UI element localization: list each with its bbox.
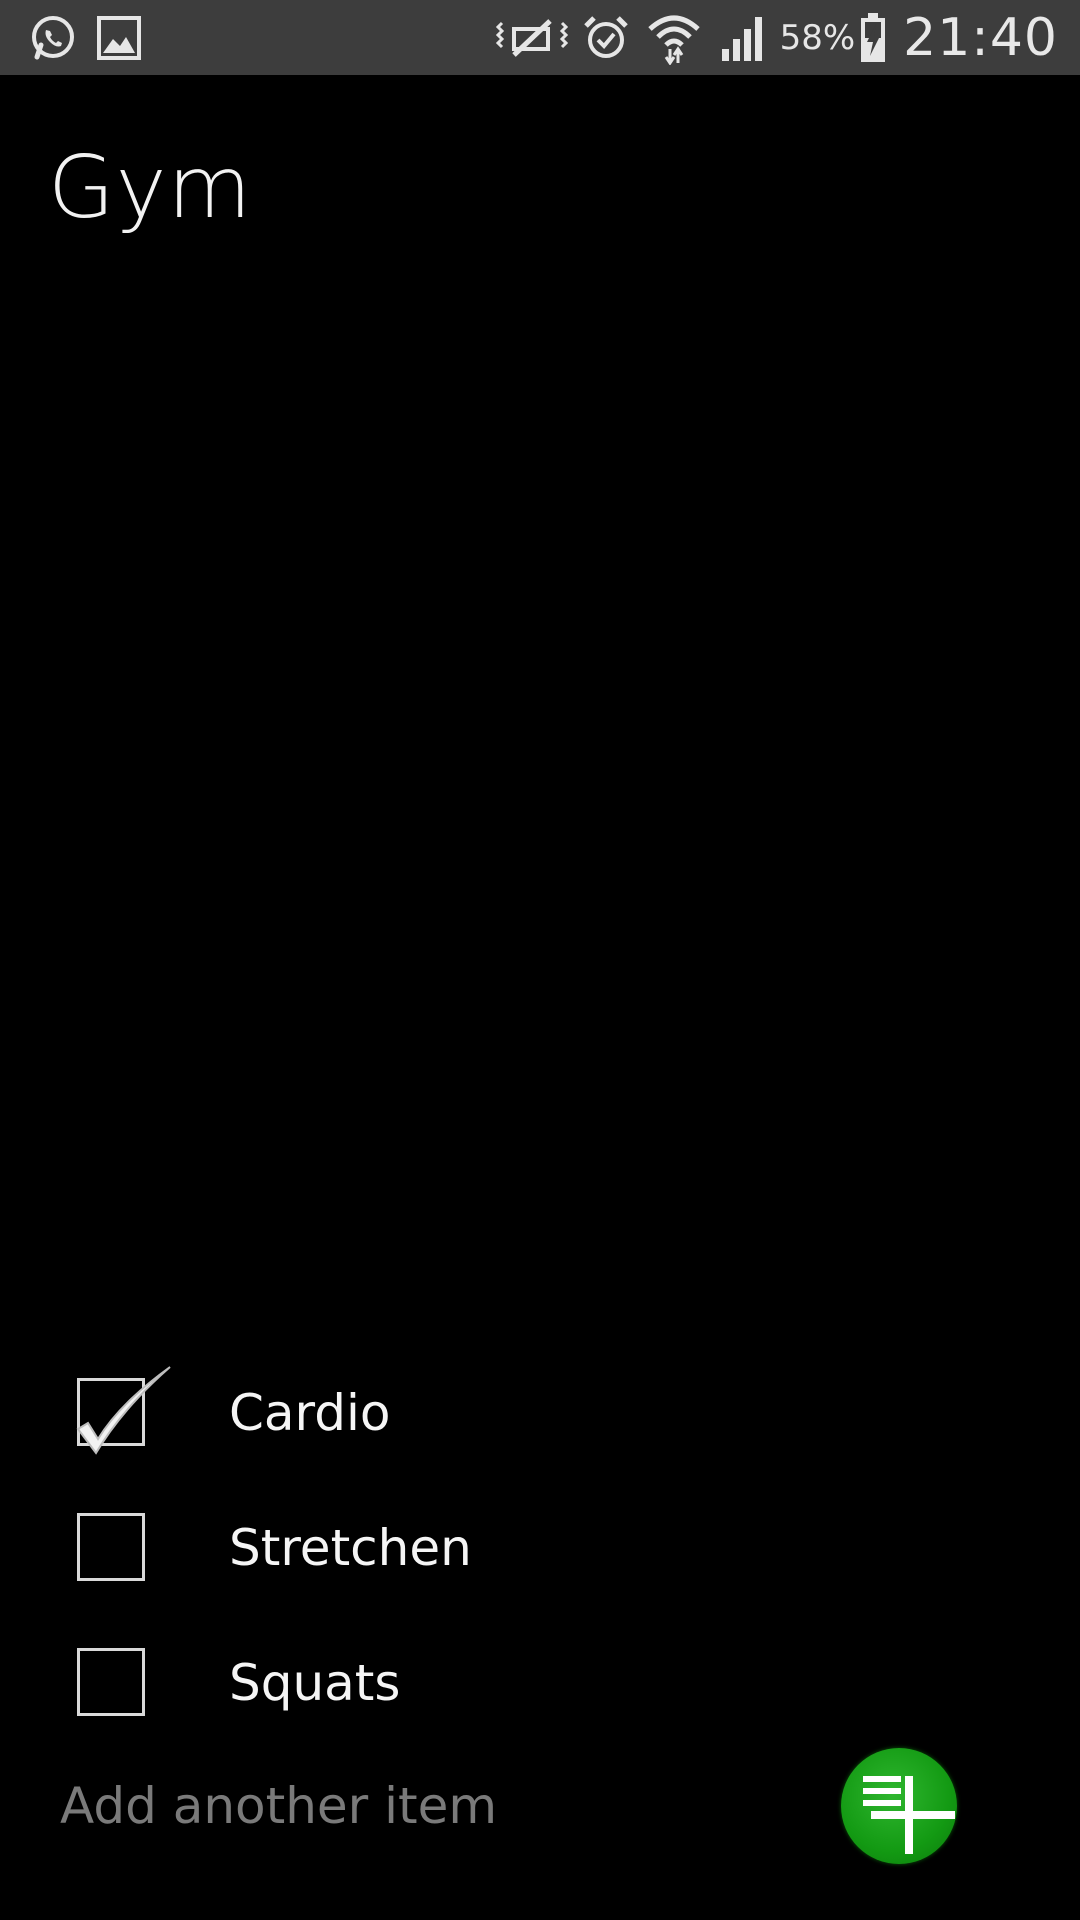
whatsapp-icon <box>28 13 78 63</box>
status-bar-right: 58% 21:40 <box>495 4 1058 72</box>
battery-charging-icon <box>859 12 887 64</box>
battery-percent: 58% <box>779 18 856 58</box>
checkbox-checked[interactable] <box>76 1366 171 1455</box>
checklist-item[interactable]: Cardio <box>0 1346 1080 1481</box>
status-bar-left <box>28 10 142 66</box>
page-title: Gym <box>48 138 253 238</box>
gallery-icon <box>96 15 142 61</box>
item-label: Cardio <box>229 1384 391 1442</box>
alarm-icon <box>582 14 630 62</box>
item-label: Squats <box>229 1654 401 1712</box>
add-item-button[interactable] <box>841 1748 957 1864</box>
checkmark-icon <box>76 1366 171 1455</box>
add-item-row <box>0 1740 1080 1870</box>
checkbox-unchecked[interactable] <box>77 1648 145 1716</box>
checklist: Cardio Stretchen Squats <box>0 1346 1080 1751</box>
checklist-item[interactable]: Stretchen <box>0 1481 1080 1616</box>
vibrate-mute-icon <box>495 15 568 61</box>
item-label: Stretchen <box>229 1519 472 1577</box>
checklist-item[interactable]: Squats <box>0 1616 1080 1751</box>
clock: 21:40 <box>903 8 1058 68</box>
add-list-icon <box>863 1776 955 1854</box>
status-bar: 58% 21:40 <box>0 0 1080 75</box>
checkbox-unchecked[interactable] <box>77 1513 145 1581</box>
add-item-input[interactable] <box>60 1774 760 1838</box>
signal-icon <box>718 13 770 63</box>
wifi-icon <box>646 11 702 65</box>
